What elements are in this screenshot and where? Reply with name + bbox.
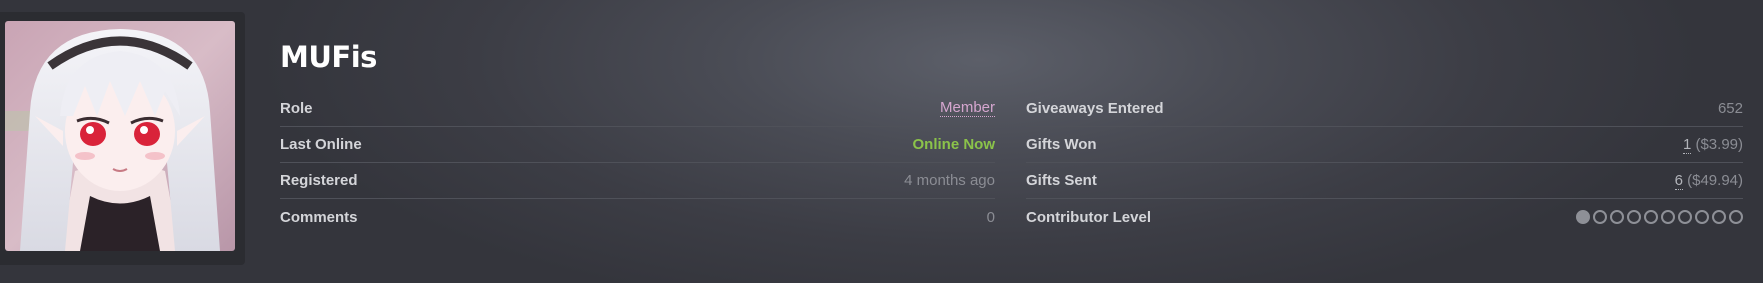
registered-value: 4 months ago bbox=[904, 172, 995, 189]
level-dot-icon bbox=[1593, 210, 1607, 224]
anime-avatar-icon bbox=[5, 21, 235, 251]
role-label: Role bbox=[280, 100, 313, 117]
level-dot-icon bbox=[1661, 210, 1675, 224]
gifts-won-label: Gifts Won bbox=[1026, 136, 1097, 153]
level-dot-icon bbox=[1576, 210, 1590, 224]
level-dot-icon bbox=[1729, 210, 1743, 224]
row-giveaways-entered: Giveaways Entered 652 bbox=[1026, 91, 1743, 127]
last-online-label: Last Online bbox=[280, 136, 362, 153]
profile-stats-left: Role Member Last Online Online Now Regis… bbox=[280, 91, 995, 235]
level-dot-icon bbox=[1644, 210, 1658, 224]
row-gifts-sent: Gifts Sent 6 ($49.94) bbox=[1026, 163, 1743, 199]
gifts-won-link[interactable]: 1 bbox=[1682, 136, 1692, 154]
row-comments: Comments 0 bbox=[280, 199, 995, 235]
gifts-sent-link[interactable]: 6 bbox=[1674, 172, 1683, 190]
avatar bbox=[5, 21, 235, 251]
contributor-level-indicator[interactable] bbox=[1576, 210, 1743, 224]
contributor-level-label: Contributor Level bbox=[1026, 208, 1152, 226]
gifts-won-value: 1 ($3.99) bbox=[1682, 136, 1743, 154]
level-dot-icon bbox=[1712, 210, 1726, 224]
row-gifts-won: Gifts Won 1 ($3.99) bbox=[1026, 127, 1743, 163]
gifts-sent-value: 6 ($49.94) bbox=[1674, 172, 1743, 190]
gifts-sent-amount: ($49.94) bbox=[1687, 172, 1743, 189]
gifts-won-amount: ($3.99) bbox=[1695, 136, 1743, 153]
giveaways-entered-value: 652 bbox=[1717, 100, 1743, 117]
username: MUFis bbox=[280, 40, 377, 74]
role-link[interactable]: Member bbox=[939, 100, 995, 117]
giveaways-entered-label: Giveaways Entered bbox=[1026, 100, 1164, 117]
registered-label: Registered bbox=[280, 172, 358, 189]
row-contributor-level: Contributor Level bbox=[1026, 199, 1743, 235]
row-last-online: Last Online Online Now bbox=[280, 127, 995, 163]
comments-value: 0 bbox=[986, 208, 995, 226]
level-dot-icon bbox=[1678, 210, 1692, 224]
profile-stats-right: Giveaways Entered 652 Gifts Won 1 ($3.99… bbox=[1026, 91, 1743, 235]
row-role: Role Member bbox=[280, 91, 995, 127]
comments-label: Comments bbox=[280, 208, 358, 226]
level-dot-icon bbox=[1627, 210, 1641, 224]
level-dot-icon bbox=[1610, 210, 1624, 224]
level-dot-icon bbox=[1695, 210, 1709, 224]
profile-banner: MUFis Role Member Last Online Online Now… bbox=[0, 0, 1763, 283]
gifts-sent-label: Gifts Sent bbox=[1026, 172, 1097, 189]
online-status: Online Now bbox=[912, 136, 996, 153]
row-registered: Registered 4 months ago bbox=[280, 163, 995, 199]
